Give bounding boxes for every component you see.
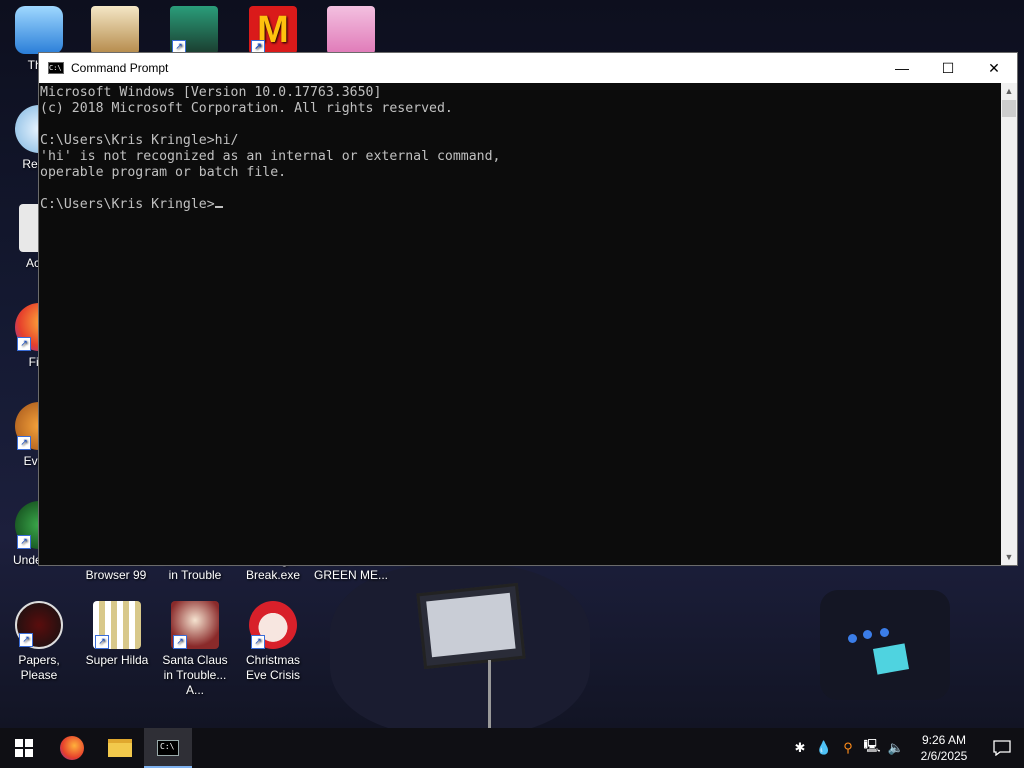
clock-time: 9:26 AM [921, 733, 967, 747]
wallpaper-light [863, 630, 872, 639]
file-explorer-icon [108, 739, 132, 757]
shortcut-arrow-icon: ↗ [95, 635, 109, 649]
shortcut-arrow-icon: ↗ [17, 436, 31, 450]
maximize-button[interactable]: ☐ [925, 53, 971, 83]
mcdonalds-icon: M ↗ [249, 6, 297, 54]
command-prompt-icon: C:\ [157, 740, 179, 756]
clock-date: 2/6/2025 [920, 749, 968, 763]
command-prompt-window[interactable]: C:\ Command Prompt — ☐ ✕ Microsoft Windo… [38, 52, 1018, 566]
start-icon [15, 739, 33, 757]
console-output[interactable]: Microsoft Windows [Version 10.0.17763.36… [39, 83, 1001, 565]
action-center-button[interactable] [980, 728, 1024, 768]
monitor-icon[interactable]: 🖳 [860, 737, 884, 759]
console-line: Microsoft Windows [Version 10.0.17763.36… [40, 85, 382, 100]
wallpaper-light [848, 634, 857, 643]
scroll-up-icon[interactable]: ▲ [1001, 83, 1017, 99]
title-bar[interactable]: C:\ Command Prompt — ☐ ✕ [39, 53, 1017, 83]
wallpaper-pole [488, 660, 491, 730]
taskbar-file-explorer-button[interactable] [96, 728, 144, 768]
minimize-icon: — [895, 60, 909, 76]
shortcut-arrow-icon: ↗ [251, 635, 265, 649]
game-icon: ↗ [170, 6, 218, 54]
console-line: C:\Users\Kris Kringle>hi/ [40, 133, 239, 148]
console-prompt: C:\Users\Kris Kringle> [40, 197, 215, 212]
scroll-down-icon[interactable]: ▼ [1001, 549, 1017, 565]
clock[interactable]: 9:26 AM 2/6/2025 [908, 732, 980, 764]
desktop-icon-label: Papers, Please [18, 653, 60, 682]
taskbar: C:\ ✱ 💧 ⚲ 🖳 🔈 9:26 AM 2/6/2025 [0, 728, 1024, 768]
desktop-icon-top-1[interactable] [76, 6, 154, 58]
taskbar-command-prompt-button[interactable]: C:\ [144, 728, 192, 768]
vertical-scrollbar[interactable]: ▲ ▼ [1001, 83, 1017, 565]
text-cursor [214, 206, 223, 208]
super-hilda-icon: ↗ [93, 601, 141, 649]
desktop-icon-top-3[interactable]: M ↗ [234, 6, 312, 58]
close-button[interactable]: ✕ [971, 53, 1017, 83]
console-line: operable program or batch file. [40, 165, 287, 180]
drop-icon[interactable]: 💧 [812, 740, 836, 756]
papers-please-icon: ↗ [15, 601, 63, 649]
desktop-icon-super-hilda[interactable]: ↗ Super Hilda [78, 601, 156, 668]
console-line: (c) 2018 Microsoft Corporation. All righ… [40, 101, 453, 116]
window-title: Command Prompt [71, 61, 169, 75]
console-prompt-line: C:\Users\Kris Kringle> [40, 197, 1001, 213]
console-line: 'hi' is not recognized as an internal or… [40, 149, 501, 164]
computer-icon [15, 6, 63, 54]
desktop-icon-christmas-eve-crisis[interactable]: ↗ Christmas Eve Crisis [234, 601, 312, 683]
wallpaper-glow [872, 643, 910, 675]
shortcut-arrow-icon: ↗ [17, 535, 31, 549]
desktop-icon-label: Christmas Eve Crisis [245, 653, 300, 682]
desktop-icon-top-4[interactable] [312, 6, 390, 58]
desktop-icon-papers-please[interactable]: ↗ Papers, Please [0, 601, 78, 683]
maximize-icon: ☐ [941, 59, 955, 76]
network-x-icon[interactable]: ✱ [788, 740, 812, 756]
desktop-icon-label: Santa Claus in Trouble... A... [162, 653, 228, 697]
shortcut-arrow-icon: ↗ [17, 337, 31, 351]
minimize-button[interactable]: — [879, 53, 925, 83]
shortcut-arrow-icon: ↗ [19, 633, 33, 647]
system-tray: ✱ 💧 ⚲ 🖳 🔈 9:26 AM 2/6/2025 [788, 728, 1024, 768]
wallpaper-machine [820, 590, 950, 700]
app-icon [91, 6, 139, 54]
wallpaper-light [880, 628, 889, 637]
desktop-icon-label: Super Hilda [85, 653, 149, 667]
shortcut-arrow-icon: ↗ [173, 635, 187, 649]
volume-mute-icon[interactable]: 🔈 [884, 740, 908, 756]
notification-icon [993, 740, 1011, 756]
command-prompt-icon: C:\ [48, 62, 64, 74]
close-icon: ✕ [988, 59, 1000, 76]
scroll-thumb[interactable] [1002, 100, 1016, 117]
start-button[interactable] [0, 728, 48, 768]
search-tray-icon[interactable]: ⚲ [836, 740, 860, 756]
firefox-icon [60, 736, 84, 760]
santa-face-icon: ↗ [249, 601, 297, 649]
desktop-icon-top-2[interactable]: ↗ [155, 6, 233, 58]
desktop-icon-santa-claus-in-trouble-again[interactable]: ↗ Santa Claus in Trouble... A... [156, 601, 234, 698]
santa-icon: ↗ [171, 601, 219, 649]
taskbar-firefox-button[interactable] [48, 728, 96, 768]
wallpaper-monitor [416, 582, 526, 670]
pig-icon [327, 6, 375, 54]
